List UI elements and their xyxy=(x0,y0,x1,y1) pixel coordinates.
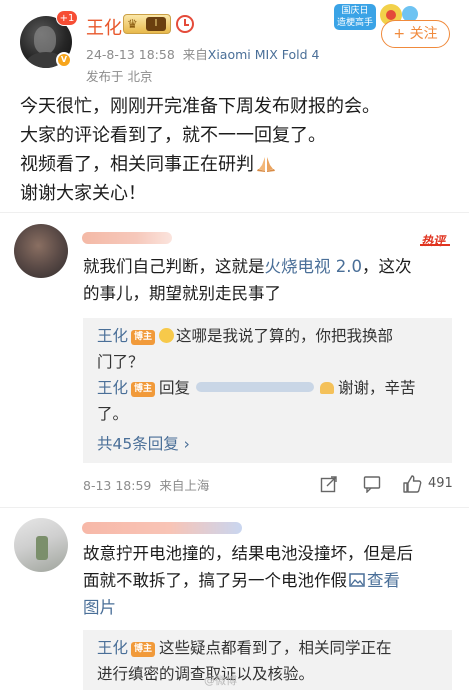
watermark: @微博 xyxy=(204,674,237,687)
notification-badge: +1 xyxy=(56,10,78,26)
section-divider xyxy=(0,212,469,213)
comment-text: 故意拧开电池撞的，结果电池没撞坏，但是后 面就不敢拆了，搞了另一个电池作假 查看 … xyxy=(83,540,463,621)
author-tag: 博主 xyxy=(131,382,156,397)
verified-icon: V xyxy=(56,52,72,68)
comment-icon[interactable] xyxy=(363,475,381,493)
author-name[interactable]: 王化 xyxy=(86,14,122,40)
reply-continuation: 了。 xyxy=(97,405,129,423)
hot-comment-badge: 热评 xyxy=(421,234,446,248)
device-link[interactable]: Xiaomi MIX Fold 4 xyxy=(208,47,320,62)
reply-item[interactable]: 王化 博主 这些疑点都看到了，相关同学正在 xyxy=(97,635,392,661)
reply-author[interactable]: 王化 xyxy=(97,327,128,345)
source-prefix: 来自 xyxy=(182,47,208,62)
comment-meta: 8-13 18:59 来自上海 xyxy=(83,475,209,494)
post-line: 视频看了，相关同事正在研判 xyxy=(20,150,450,179)
crown-icon: ♛ xyxy=(127,17,138,31)
decoration-icon xyxy=(386,10,396,20)
post-header: +1 V 王化 ♛ I 24-8-13 18:58 来自Xiaomi MIX F… xyxy=(0,0,469,92)
reply-item[interactable]: 王化 博主 这哪是我说了算的，你把我换部 xyxy=(97,323,393,349)
vip-level: I xyxy=(146,17,166,31)
post-meta: 24-8-13 18:58 来自Xiaomi MIX Fold 4 xyxy=(86,44,319,63)
praying-hands-icon xyxy=(257,157,275,172)
comment-line: 面就不敢拆了，搞了另一个电池作假 查看 xyxy=(83,571,400,590)
reply-author[interactable]: 王化 xyxy=(97,379,128,397)
commenter-name[interactable] xyxy=(82,232,172,244)
section-divider xyxy=(0,507,469,508)
clock-icon xyxy=(176,15,194,33)
comment-line: 的事儿，期望就别走民事了 xyxy=(83,284,281,303)
image-icon xyxy=(349,573,365,587)
view-image-link[interactable]: 查看 xyxy=(347,571,400,590)
avatar-face xyxy=(34,26,56,54)
commenter-avatar[interactable] xyxy=(14,518,68,572)
holiday-tag: 国庆日 造梗高手 xyxy=(334,4,376,30)
comment-line: 故意拧开电池撞的，结果电池没撞坏，但是后 xyxy=(83,544,413,563)
blurred-username xyxy=(196,382,315,392)
post-location: 发布于 北京 xyxy=(86,69,153,84)
share-icon[interactable] xyxy=(320,475,338,493)
topic-link[interactable]: 火烧电视 2.0 xyxy=(265,257,363,276)
reply-item[interactable]: 王化 博主 回复 谢谢，辛苦 xyxy=(97,375,416,401)
comment-line: 就我们自己判断，这就是火烧电视 2.0，这次 xyxy=(83,257,412,276)
comment-text: 就我们自己判断，这就是火烧电视 2.0，这次 的事儿，期望就别走民事了 xyxy=(83,253,453,307)
follow-button[interactable]: + 关注 xyxy=(381,20,450,48)
like-icon[interactable] xyxy=(402,475,422,493)
like-count: 491 xyxy=(428,476,453,491)
reply-continuation: 门了？ xyxy=(97,353,144,371)
reply-author[interactable]: 王化 xyxy=(97,639,128,657)
post-timestamp: 24-8-13 18:58 xyxy=(86,47,175,62)
comment-location: 来自上海 xyxy=(159,478,210,493)
commenter-avatar[interactable] xyxy=(14,224,68,278)
smile-emoji-icon xyxy=(159,328,175,343)
avatar-detail xyxy=(36,536,48,560)
reply-text: 谢谢，辛苦 xyxy=(338,379,416,397)
vip-badge[interactable]: ♛ I xyxy=(123,14,171,34)
hot-underline xyxy=(420,244,450,246)
author-tag: 博主 xyxy=(131,642,156,657)
reply-text: 这些疑点都看到了，相关同学正在 xyxy=(159,639,392,657)
post-line: 今天很忙，刚刚开完准备下周发布财报的会。 xyxy=(20,96,380,117)
post-line: 谢谢大家关心！ xyxy=(20,183,146,204)
post-line: 大家的评论看到了，就不一一回复了。 xyxy=(20,125,326,146)
commenter-name[interactable] xyxy=(82,522,242,534)
view-image-link-cont[interactable]: 图片 xyxy=(83,594,463,621)
reply-prefix: 回复 xyxy=(159,379,191,397)
author-tag: 博主 xyxy=(131,330,156,345)
post-content: 今天很忙，刚刚开完准备下周发布财报的会。 大家的评论看到了，就不一一回复了。 视… xyxy=(20,92,450,208)
reply-text: 这哪是我说了算的，你把我换部 xyxy=(176,327,394,345)
more-replies-link[interactable]: 共45条回复 › xyxy=(97,432,190,454)
comment-time: 8-13 18:59 xyxy=(83,478,152,493)
bow-emoji-icon xyxy=(320,382,335,394)
